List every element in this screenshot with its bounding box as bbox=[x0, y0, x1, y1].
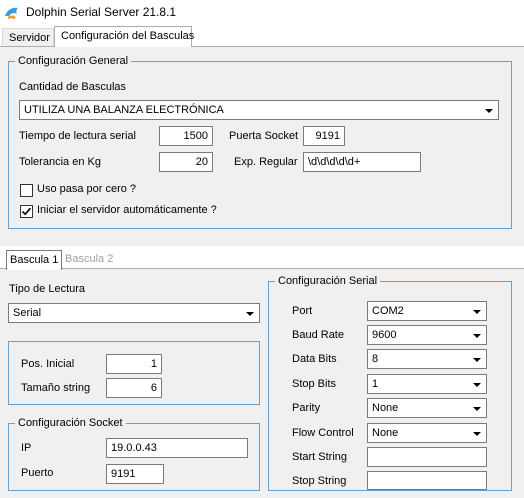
group-title: Configuración General bbox=[15, 55, 132, 67]
ip-input[interactable]: 19.0.0.43 bbox=[106, 438, 248, 458]
stop-string-input[interactable] bbox=[367, 471, 487, 490]
main-tab-strip: Servidor Configuración del Basculas bbox=[0, 26, 524, 47]
tolerancia-input[interactable]: 20 bbox=[159, 152, 213, 172]
lectura-params-group: Pos. Inicial 1 Tamaño string 6 bbox=[8, 341, 260, 405]
start-string-input[interactable] bbox=[367, 447, 487, 467]
socket-config-group: Configuración Socket IP 19.0.0.43 Puerto… bbox=[8, 417, 260, 491]
regex-input[interactable]: \d\d\d\d\d+ bbox=[303, 152, 421, 172]
autostart-checkbox[interactable] bbox=[20, 205, 33, 218]
tiempo-input[interactable]: 1500 bbox=[159, 126, 213, 146]
group-title: Configuración Serial bbox=[275, 275, 381, 287]
flow-control-dropdown[interactable]: None bbox=[367, 423, 487, 443]
chevron-down-icon bbox=[473, 334, 481, 338]
chevron-down-icon bbox=[473, 310, 481, 314]
config-panel: Configuración General Cantidad de Bascul… bbox=[0, 46, 524, 246]
bascula-panel: Tipo de Lectura Serial Pos. Inicial 1 Ta… bbox=[0, 268, 524, 498]
general-config-group: Configuración General Cantidad de Bascul… bbox=[8, 55, 512, 229]
checkmark-icon bbox=[21, 207, 32, 216]
data-bits-label: Data Bits bbox=[292, 353, 337, 365]
pos-inicial-input[interactable]: 1 bbox=[106, 354, 162, 374]
stop-bits-value: 1 bbox=[372, 378, 379, 390]
chevron-down-icon bbox=[473, 407, 481, 411]
start-string-label: Start String bbox=[292, 451, 348, 463]
port-value: COM2 bbox=[372, 305, 404, 317]
baud-rate-dropdown[interactable]: 9600 bbox=[367, 325, 487, 345]
tolerancia-label: Tolerancia en Kg bbox=[19, 156, 101, 168]
parity-value: None bbox=[372, 402, 399, 414]
port-label: Port bbox=[292, 305, 313, 317]
baud-rate-value: 9600 bbox=[372, 329, 397, 341]
pos-inicial-label: Pos. Inicial bbox=[21, 358, 75, 370]
chevron-down-icon bbox=[473, 358, 481, 362]
puerto-input[interactable]: 9191 bbox=[106, 464, 164, 484]
puerta-socket-input[interactable]: 9191 bbox=[303, 126, 345, 146]
tab-servidor[interactable]: Servidor bbox=[2, 28, 54, 47]
stop-bits-label: Stop Bits bbox=[292, 378, 337, 390]
data-bits-dropdown[interactable]: 8 bbox=[367, 349, 487, 369]
chevron-down-icon bbox=[485, 109, 493, 113]
cantidad-label: Cantidad de Basculas bbox=[19, 81, 127, 93]
window-title: Dolphin Serial Server 21.8.1 bbox=[26, 5, 177, 19]
pasa-cero-checkbox[interactable] bbox=[20, 184, 33, 197]
parity-label: Parity bbox=[292, 402, 321, 414]
pasa-cero-label: Uso pasa por cero ? bbox=[37, 183, 137, 195]
flow-control-value: None bbox=[372, 427, 399, 439]
chevron-down-icon bbox=[246, 312, 254, 316]
chevron-down-icon bbox=[473, 383, 481, 387]
data-bits-value: 8 bbox=[372, 353, 379, 365]
tab-bascula-2[interactable]: Bascula 2 bbox=[62, 250, 118, 269]
parity-dropdown[interactable]: None bbox=[367, 398, 487, 418]
title-bar: Dolphin Serial Server 21.8.1 bbox=[0, 0, 524, 24]
tipo-lectura-label: Tipo de Lectura bbox=[9, 283, 86, 295]
chevron-down-icon bbox=[473, 432, 481, 436]
puerta-label: Puerta Socket bbox=[229, 130, 299, 142]
autostart-label: Iniciar el servidor automáticamente ? bbox=[37, 204, 217, 216]
group-title: Configuración Socket bbox=[15, 417, 126, 429]
port-dropdown[interactable]: COM2 bbox=[367, 301, 487, 321]
tab-bascula-1[interactable]: Bascula 1 bbox=[6, 250, 62, 270]
ip-label: IP bbox=[21, 442, 32, 454]
tiempo-label: Tiempo de lectura serial bbox=[19, 130, 136, 142]
tamano-string-input[interactable]: 6 bbox=[106, 378, 162, 398]
cantidad-dropdown[interactable]: UTILIZA UNA BALANZA ELECTRÓNICA bbox=[19, 100, 499, 120]
cantidad-value: UTILIZA UNA BALANZA ELECTRÓNICA bbox=[24, 104, 224, 116]
dolphin-app-icon bbox=[5, 7, 18, 19]
serial-config-group: Configuración Serial Port COM2 Baud Rate… bbox=[268, 275, 512, 491]
tab-configuracion-basculas[interactable]: Configuración del Basculas bbox=[54, 26, 194, 47]
tamano-string-label: Tamaño string bbox=[21, 382, 91, 394]
regex-label: Exp. Regular bbox=[234, 156, 298, 168]
baud-rate-label: Baud Rate bbox=[292, 329, 344, 341]
stop-bits-dropdown[interactable]: 1 bbox=[367, 374, 487, 394]
puerto-label: Puerto bbox=[21, 467, 54, 479]
stop-string-label: Stop String bbox=[292, 475, 347, 487]
bascula-tab-strip: Bascula 1 Bascula 2 bbox=[0, 250, 524, 270]
tipo-lectura-dropdown[interactable]: Serial bbox=[8, 303, 260, 323]
tipo-lectura-value: Serial bbox=[13, 307, 42, 319]
flow-control-label: Flow Control bbox=[292, 427, 354, 439]
